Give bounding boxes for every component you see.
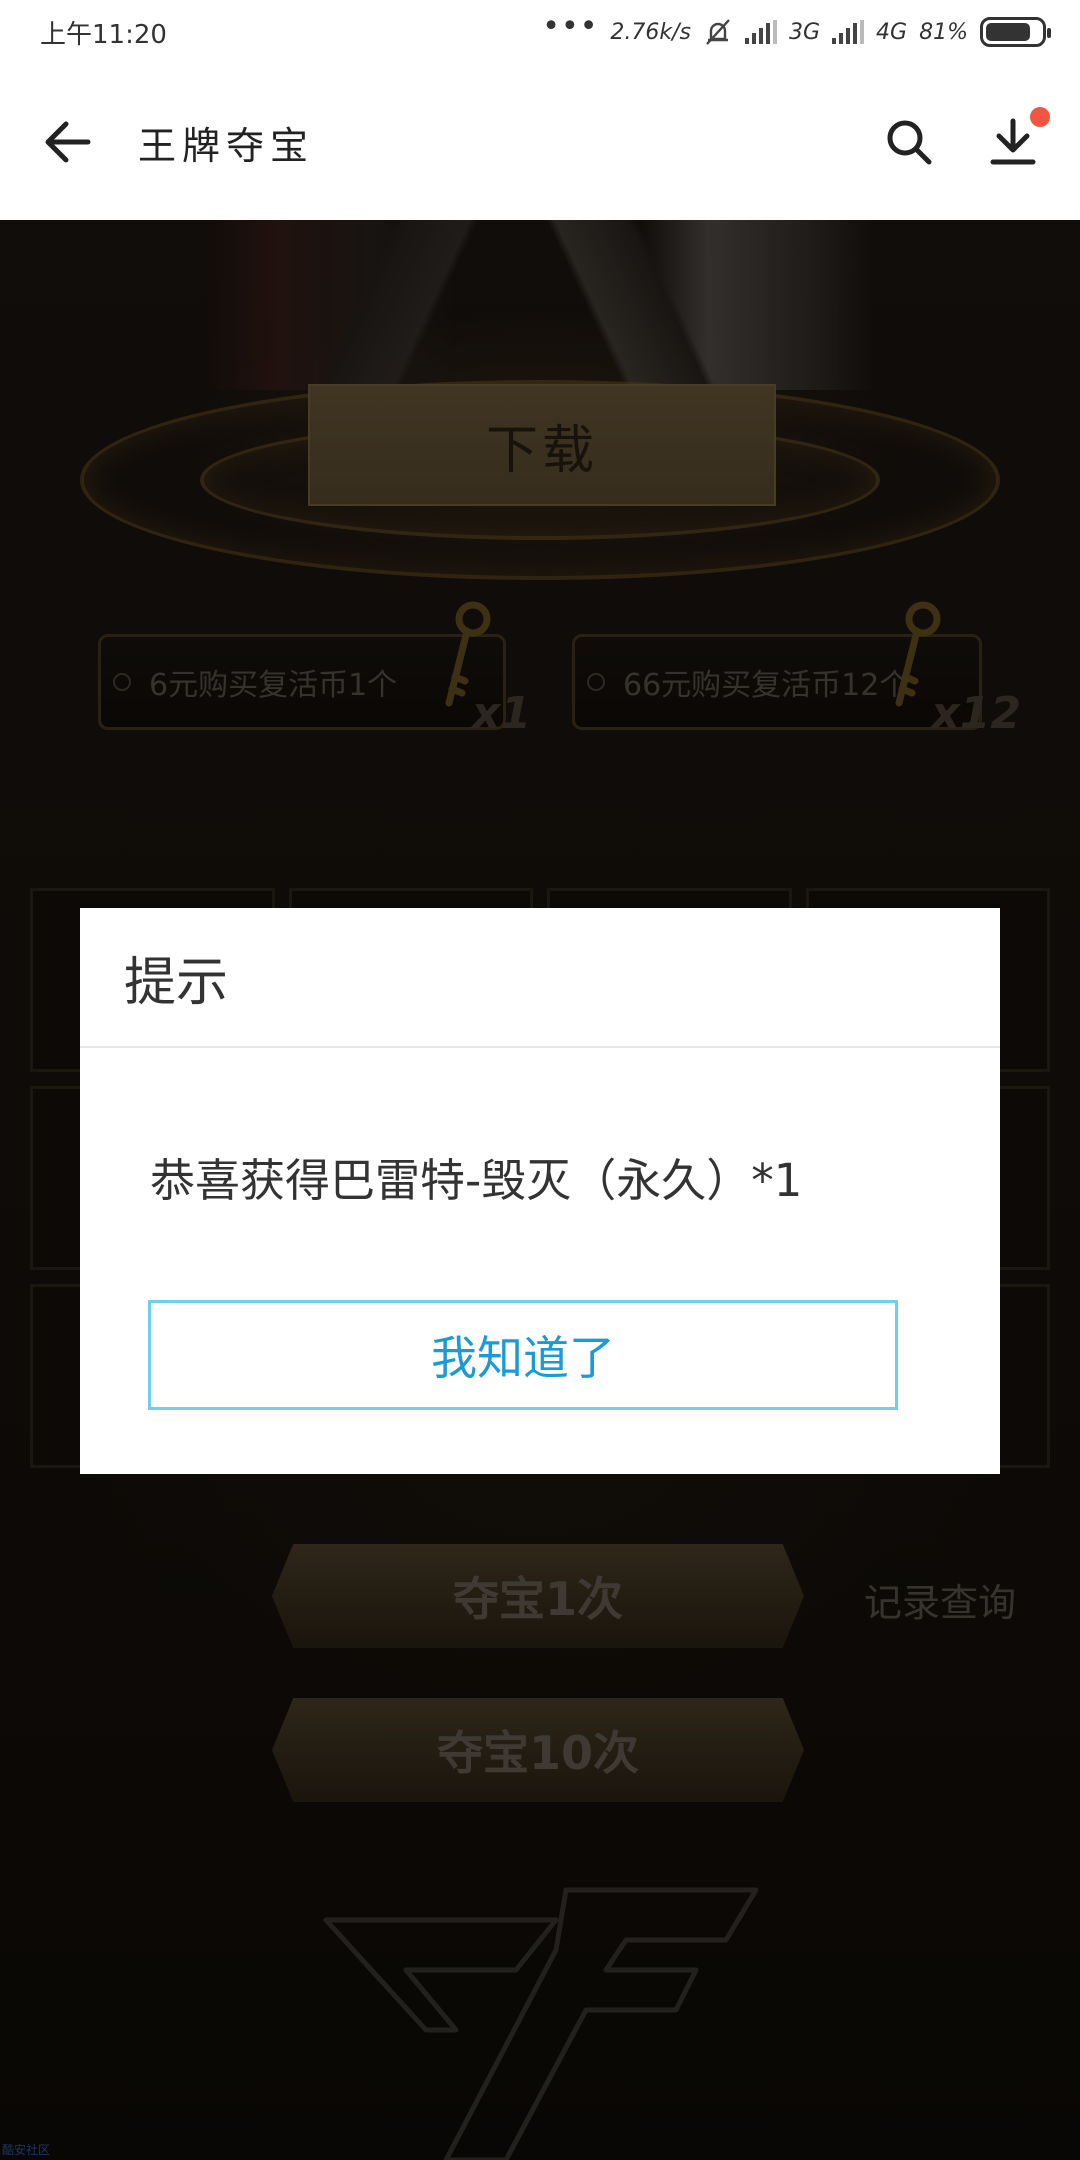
dialog-message: 恭喜获得巴雷特-毁灭（永久）*1 — [150, 1154, 803, 1207]
status-time: 上午11:20 — [40, 19, 167, 50]
back-arrow-icon — [45, 121, 91, 163]
mute-bell-icon — [706, 19, 730, 45]
network-4g: 4G — [876, 19, 908, 45]
app-bar-actions — [880, 107, 1050, 171]
status-icons: ••• 2.76k/s 3G 4G 81% — [542, 12, 1051, 47]
network-speed: 2.76k/s — [610, 19, 691, 45]
download-button[interactable] — [984, 107, 1050, 171]
network-3g: 3G — [789, 19, 821, 45]
battery-icon — [980, 17, 1051, 47]
dialog-confirm-button[interactable]: 我知道了 — [148, 1300, 898, 1410]
status-dots: ••• — [542, 9, 599, 44]
notification-dot — [1030, 107, 1050, 127]
search-button[interactable] — [880, 113, 938, 171]
download-icon — [990, 118, 1036, 165]
signal-icon — [745, 20, 777, 44]
page-title: 王牌夺宝 — [138, 123, 315, 168]
search-icon — [887, 120, 932, 165]
signal-icon — [832, 20, 865, 44]
battery-percent: 81% — [919, 19, 968, 45]
app-bar: 王牌夺宝 — [0, 64, 1080, 220]
status-bar: 上午11:20 ••• 2.76k/s 3G 4G 81% — [0, 0, 1080, 64]
back-button[interactable] — [38, 112, 98, 172]
dialog-title: 提示 — [80, 908, 1000, 1048]
prize-dialog: 提示 恭喜获得巴雷特-毁灭（永久）*1 我知道了 — [80, 908, 1000, 1474]
